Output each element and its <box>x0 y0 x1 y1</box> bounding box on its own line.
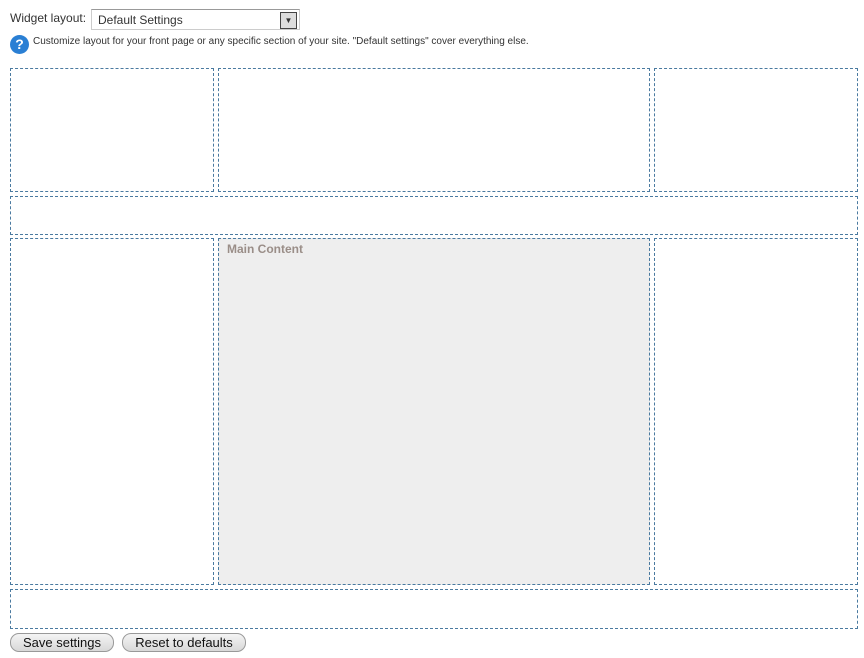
header-right-zone[interactable] <box>654 68 858 192</box>
header-center-zone[interactable] <box>218 68 650 192</box>
right-sidebar-zone[interactable] <box>654 238 858 585</box>
main-content-label: Main Content <box>227 242 303 256</box>
footer-zone[interactable] <box>10 589 858 629</box>
widget-layout-label: Widget layout: <box>10 11 87 25</box>
main-content-zone: Main Content <box>218 238 650 585</box>
header-left-zone[interactable] <box>10 68 214 192</box>
chevron-down-icon[interactable]: ▼ <box>280 12 297 29</box>
left-sidebar-zone[interactable] <box>10 238 214 585</box>
reset-defaults-button[interactable]: Reset to defaults <box>122 633 246 652</box>
top-bar-zone[interactable] <box>10 196 858 235</box>
help-icon[interactable]: ? <box>10 35 29 54</box>
save-settings-button[interactable]: Save settings <box>10 633 114 652</box>
widget-layout-value: Default Settings <box>98 13 183 27</box>
help-text: Customize layout for your front page or … <box>33 36 529 47</box>
widget-layout-select[interactable]: Default Settings ▼ <box>91 9 300 30</box>
